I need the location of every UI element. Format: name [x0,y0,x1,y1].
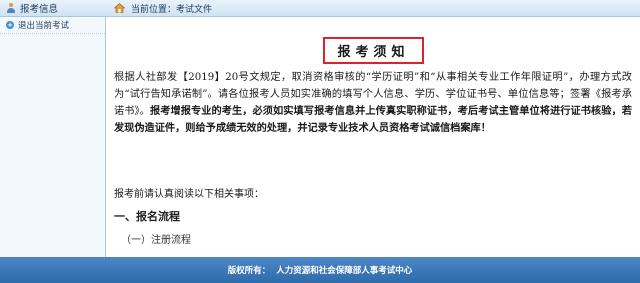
sidebar-header-title: 报考信息 [20,4,59,15]
sidebar-item-label: 退出当前考试 [18,21,70,31]
main-content: 报考须知 根据人社部发【2019】20号文规定，取消资格审核的“学历证明”和“从… [107,17,640,257]
subsection-heading: （一）注册流程 [121,235,191,246]
user-icon [6,3,16,13]
notice-paragraph-bold: 报考增报专业的考生，必须如实填写报考信息并上传真实职称证书，考后考试主管单位将进… [114,105,632,134]
footer-copyright-value: 人力资源和社会保障部人事考试中心 [276,266,413,276]
sidebar-item-exit-exam[interactable]: + 退出当前考试 [0,17,105,34]
sidebar: + 退出当前考试 [0,17,106,257]
notice-title: 报考须知 [323,37,424,64]
breadcrumb: 当前位置： 考试文件 [108,0,212,16]
footer: 版权所有： 人力资源和社会保障部人事考试中心 [0,257,640,283]
sidebar-header: 报考信息 [0,0,108,16]
home-icon [114,3,125,13]
read-note: 报考前请认真阅读以下相关事项： [114,189,264,200]
breadcrumb-label: 当前位置： [131,4,177,15]
notice-title-container: 报考须知 [107,37,640,64]
top-bar: 报考信息 当前位置： 考试文件 [0,0,640,17]
plus-circle-icon: + [6,21,14,29]
breadcrumb-current: 考试文件 [176,4,213,15]
footer-copyright-label: 版权所有： [227,266,271,276]
notice-paragraph: 根据人社部发【2019】20号文规定，取消资格审核的“学历证明”和“从事相关专业… [114,69,632,137]
section-heading: 一、报名流程 [114,210,180,223]
